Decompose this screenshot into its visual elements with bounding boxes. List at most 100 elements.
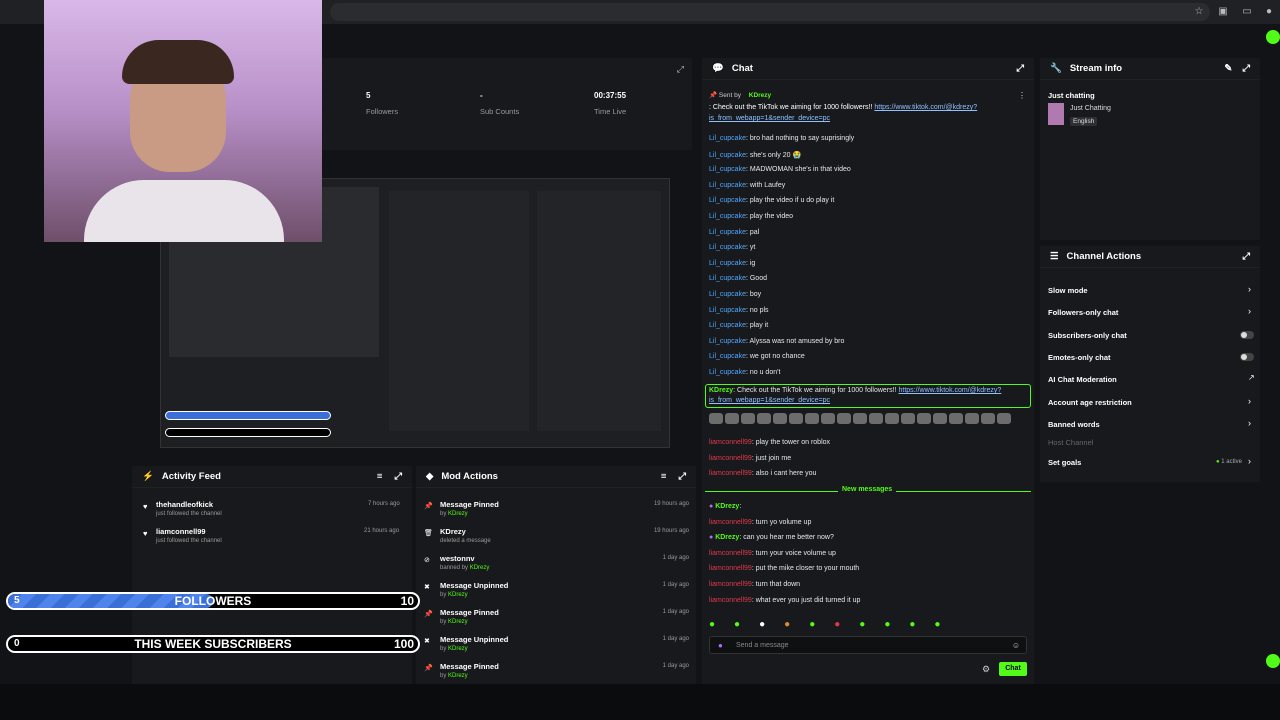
chat-username[interactable]: liamconnell99 [709,550,752,557]
chat-username[interactable]: Lil_cupcake [709,307,746,314]
activity-user[interactable]: liamconnell99 [156,527,206,536]
time-live-label: Time Live [594,107,627,116]
pinned-link-cont[interactable]: is_from_webapp=1&sender_device=pc [709,115,830,122]
mod-actions-title: Mod Actions [441,471,498,482]
chat-username[interactable]: Lil_cupcake [709,152,746,159]
mod-action-by: banned by KDrezy [440,565,490,571]
chat-username[interactable]: Lil_cupcake [709,166,746,173]
followers-goal-target: 10 [400,594,414,608]
activity-user[interactable]: thehandleofkick [156,500,213,509]
extension-icon[interactable]: ▣ [1216,5,1230,19]
chat-username[interactable]: Lil_cupcake [709,369,746,376]
expand-icon[interactable]: ⤢ [1242,63,1250,74]
chat-username[interactable]: liamconnell99 [709,581,752,588]
chat-username[interactable]: KDrezy [715,503,739,510]
help-icon[interactable] [1266,654,1280,668]
mod-action-time: 1 day ago [662,582,689,588]
preview-chat [389,191,529,431]
chat-username[interactable]: Lil_cupcake [709,291,746,298]
chat-username[interactable]: liamconnell99 [709,470,752,477]
mod-username[interactable]: KDrezy [448,592,468,598]
slow-mode[interactable]: Slow mode [1048,286,1088,295]
emotes-only-chat[interactable]: Emotes-only chat [1048,353,1111,362]
emoji-icon[interactable]: ☺ [1012,641,1020,650]
send-chat-button[interactable]: Chat [999,662,1027,676]
chevron-right-icon[interactable]: › [1248,456,1251,466]
chat-username[interactable]: Lil_cupcake [709,353,746,360]
subscribers-only-chat[interactable]: Subscribers-only chat [1048,331,1127,340]
chat-username[interactable]: Lil_cupcake [709,244,746,251]
filter-icon[interactable]: ≡ [661,471,667,482]
emotes-only-toggle[interactable] [1240,353,1254,361]
mod-action-title: KDrezy [440,527,466,536]
mod-action-by: by KDrezy [440,592,468,598]
chat-username[interactable]: Lil_cupcake [709,213,746,220]
chat-username[interactable]: liamconnell99 [709,565,752,572]
chat-username[interactable]: liamconnell99 [709,519,752,526]
account-age-restriction[interactable]: Account age restriction [1048,398,1132,407]
stream-info-title: Stream info [1069,63,1123,74]
pinned-link[interactable]: https://www.tiktok.com/@kdrezy? [874,104,977,111]
mod-action-title: Message Pinned [440,662,499,671]
chat-username[interactable]: KDrezy [715,534,739,541]
open-external-icon[interactable]: ↗ [1248,373,1255,382]
mod-username[interactable]: KDrezy [448,511,468,517]
mod-username[interactable]: KDrezy [448,619,468,625]
expand-icon[interactable]: ⤢ [1016,63,1024,74]
chevron-right-icon[interactable]: › [1248,418,1251,428]
filter-icon[interactable]: ≡ [377,471,383,482]
unpin-icon[interactable]: ⋮ [1018,91,1026,100]
set-goals[interactable]: Set goals [1048,458,1081,467]
edit-icon[interactable]: ✎ [1224,63,1232,74]
mod-action-title: westonnv [440,554,475,563]
ai-chat-moderation[interactable]: AI Chat Moderation [1048,375,1117,384]
mod-username[interactable]: KDrezy [470,565,490,571]
chat-username[interactable]: Lil_cupcake [709,275,746,282]
chat-text: : Alyssa was not amused by bro [745,337,845,345]
chevron-right-icon[interactable]: › [1248,306,1251,316]
language-tag: English [1070,117,1098,126]
star-icon[interactable]: ☆ [1192,5,1206,19]
pin-icon: 📌 [424,503,433,510]
mod-username[interactable]: KDrezy [448,646,468,652]
mod-username[interactable]: KDrezy [448,673,468,679]
chat-message: ● KDrezy: can you hear me better now? [709,534,834,541]
profile-icon[interactable]: ● [1262,5,1276,19]
chat-username[interactable]: Lil_cupcake [709,135,746,142]
expand-icon[interactable]: ⤢ [677,64,684,75]
chat-username[interactable]: Lil_cupcake [709,182,746,189]
activity-time: 21 hours ago [364,528,400,534]
expand-icon[interactable]: ⤢ [394,471,402,482]
chevron-right-icon[interactable]: › [1248,284,1251,294]
followers-only-chat[interactable]: Followers-only chat [1048,308,1118,317]
mod-action-title: Message Unpinned [440,635,509,644]
chat-username[interactable]: Lil_cupcake [709,260,746,267]
followers-label: Followers [366,107,399,116]
ban-icon: ⊘ [424,557,430,564]
kick-logo-icon[interactable] [1266,30,1280,44]
settings-icon[interactable]: ⚙ [982,664,990,675]
subscribers-only-toggle[interactable] [1240,331,1254,339]
chat-username[interactable]: liamconnell99 [709,455,752,462]
chat-username[interactable]: Lil_cupcake [709,338,746,345]
chat-text: : bro had nothing to say suprisingly [745,135,855,142]
banned-words[interactable]: Banned words [1048,420,1100,429]
chat-message: Lil_cupcake: MADWOMAN she's in that vide… [709,166,851,173]
pinned-header: 📌 Sent by KDrezy [709,92,772,99]
mod-action-title: Message Pinned [440,608,499,617]
address-bar[interactable] [330,3,1210,21]
chat-username[interactable]: liamconnell99 [709,439,752,446]
chat-username[interactable]: Lil_cupcake [709,197,746,204]
highlight-link-cont[interactable]: is_from_webapp=1&sender_device=pc [709,397,830,404]
mod-action-time: 1 day ago [662,663,689,669]
new-messages-label: New messages [838,486,897,493]
expand-icon[interactable]: ⤢ [1242,251,1250,262]
chevron-right-icon[interactable]: › [1248,396,1251,406]
expand-icon[interactable]: ⤢ [678,471,686,482]
category-name[interactable]: Just Chatting [1070,105,1111,112]
chat-username[interactable]: Lil_cupcake [709,229,746,236]
chat-username[interactable]: Lil_cupcake [709,322,746,329]
window-icon[interactable]: ▭ [1240,5,1254,19]
message-input[interactable]: ● Send a message ☺ [709,636,1027,654]
chat-username[interactable]: liamconnell99 [709,597,752,604]
